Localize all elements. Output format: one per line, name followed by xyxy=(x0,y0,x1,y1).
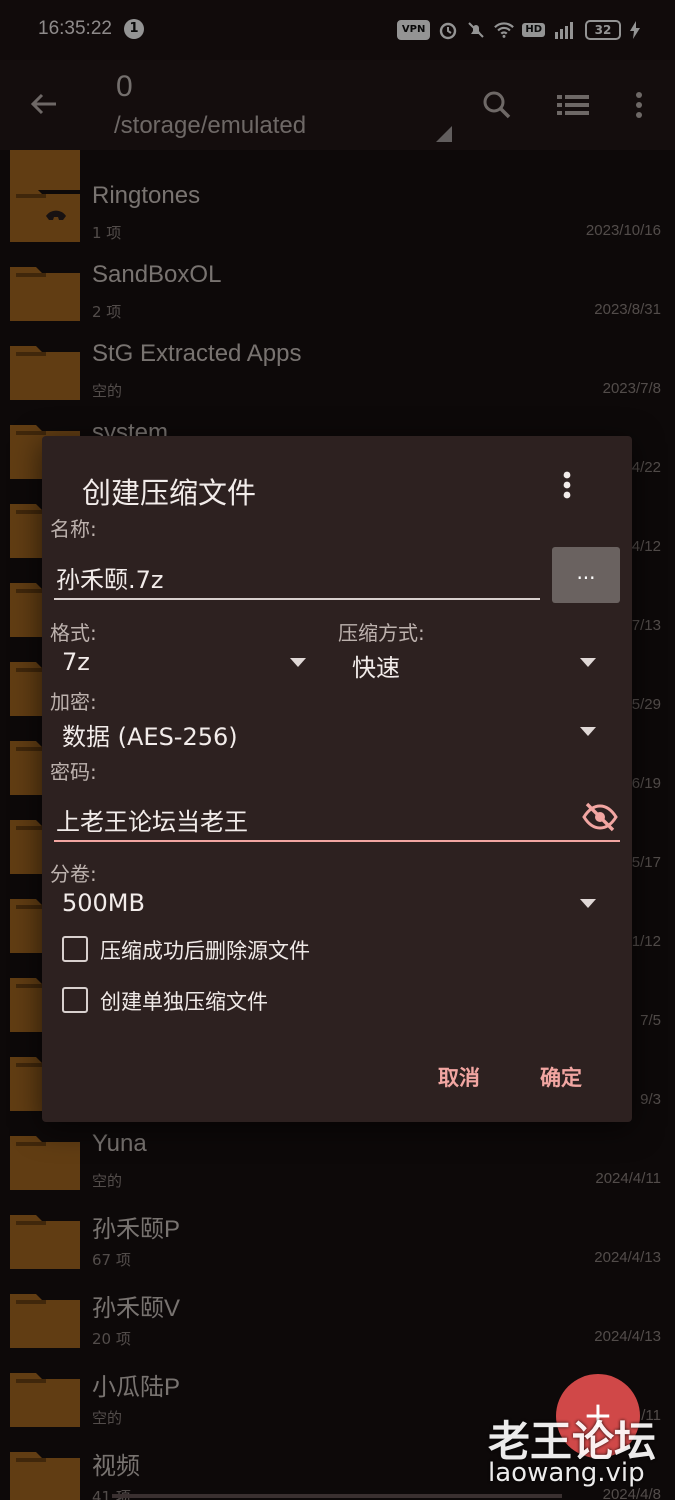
password-input-underline xyxy=(54,840,620,842)
method-label: 压缩方式: xyxy=(338,621,425,645)
password-input[interactable]: 上老王论坛当老王 xyxy=(56,802,248,837)
encryption-dropdown-icon[interactable] xyxy=(580,727,596,736)
ok-button[interactable]: 确定 xyxy=(540,1062,582,1092)
create-archive-dialog: 创建压缩文件 名称: 孙禾颐.7z ... 格式: 7z 压缩方式: 快速 加密… xyxy=(42,436,632,1122)
archive-name-input[interactable]: 孙禾颐.7z xyxy=(56,560,164,595)
delete-source-checkbox[interactable] xyxy=(62,936,88,962)
horizontal-scrollbar[interactable] xyxy=(112,1494,562,1498)
encryption-label: 加密: xyxy=(50,690,97,714)
method-select[interactable]: 快速 xyxy=(352,648,400,683)
password-label: 密码: xyxy=(50,760,97,784)
visibility-off-icon[interactable] xyxy=(582,802,618,836)
format-label: 格式: xyxy=(50,621,97,645)
method-dropdown-icon[interactable] xyxy=(580,658,596,667)
volume-dropdown-icon[interactable] xyxy=(580,899,596,908)
delete-source-label[interactable]: 压缩成功后删除源文件 xyxy=(100,935,310,965)
format-dropdown-icon[interactable] xyxy=(290,658,306,667)
cancel-button[interactable]: 取消 xyxy=(438,1062,480,1092)
watermark-url: laowang.vip xyxy=(488,1458,645,1488)
volume-label: 分卷: xyxy=(50,862,97,886)
browse-button[interactable]: ... xyxy=(552,547,620,603)
dialog-more-vert-icon[interactable] xyxy=(562,470,582,500)
dialog-title: 创建压缩文件 xyxy=(82,476,257,510)
name-label: 名称: xyxy=(50,517,97,541)
separate-archive-label[interactable]: 创建单独压缩文件 xyxy=(100,986,268,1016)
volume-select[interactable]: 500MB xyxy=(62,889,145,917)
encryption-select[interactable]: 数据 (AES-256) xyxy=(62,717,238,752)
name-input-underline xyxy=(54,598,540,600)
separate-archive-checkbox[interactable] xyxy=(62,987,88,1013)
format-select[interactable]: 7z xyxy=(62,648,90,676)
